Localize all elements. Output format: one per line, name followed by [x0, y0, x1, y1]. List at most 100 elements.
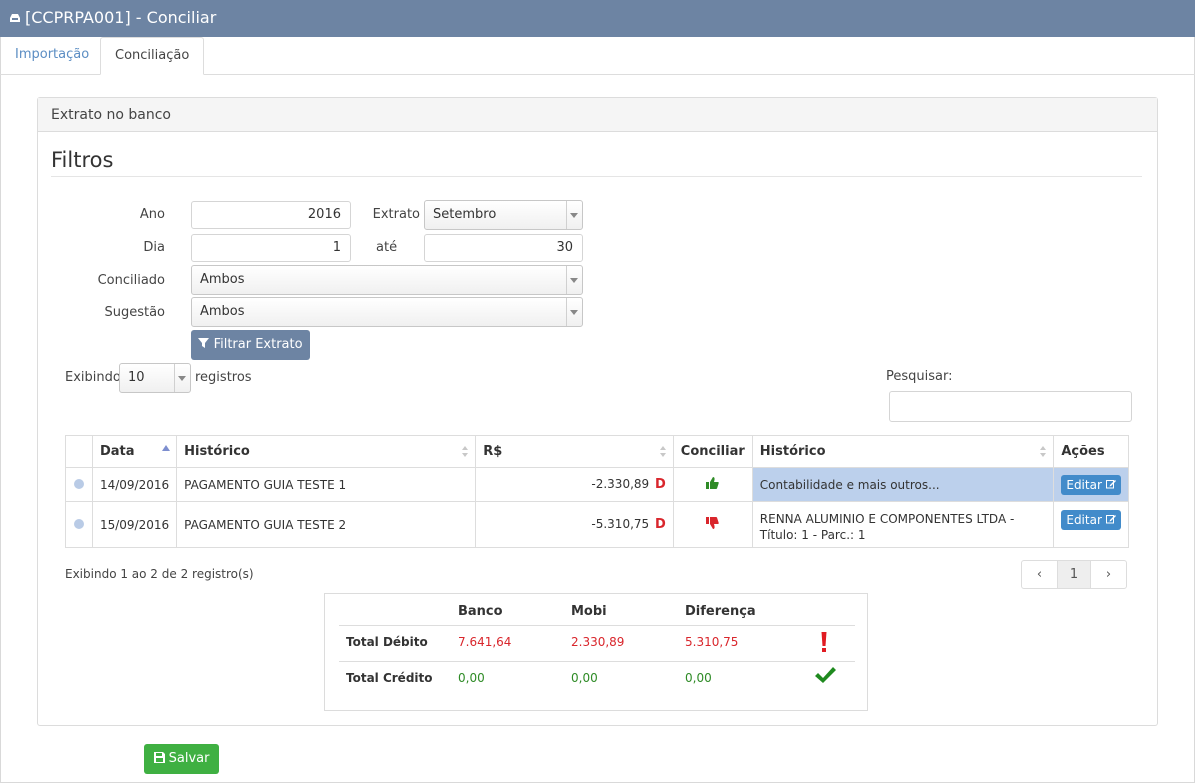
save-icon: [153, 752, 165, 763]
total-credito-diferenca: 0,00: [685, 671, 712, 685]
chevron-down-icon: [566, 298, 582, 326]
filter-icon: [198, 338, 210, 348]
conciliado-select[interactable]: Ambos: [191, 265, 583, 295]
th-historico2[interactable]: Histórico: [751, 435, 1055, 468]
table-row[interactable]: 15/09/2016 PAGAMENTO GUIA TESTE 2 -5.310…: [65, 501, 1129, 548]
cell-data: 15/09/2016: [91, 501, 178, 548]
search-input[interactable]: [889, 391, 1132, 422]
exclamation-icon: [821, 632, 827, 652]
sugestao-select-value: Ambos: [200, 304, 245, 319]
total-credito-banco: 0,00: [458, 671, 485, 685]
th-data[interactable]: Data: [91, 435, 178, 468]
valor-text: -5.310,75: [591, 517, 650, 531]
editar-button[interactable]: Editar: [1061, 510, 1121, 530]
sort-icon: [1040, 446, 1047, 458]
total-debito-banco: 7.641,64: [458, 635, 512, 649]
total-debito-mobi: 2.330,89: [571, 635, 625, 649]
page-size-value: 10: [128, 370, 145, 385]
total-credito-mobi: 0,00: [571, 671, 598, 685]
totals-header-diferenca: Diferença: [685, 604, 756, 619]
cell-historico2: Contabilidade e mais outros...: [751, 467, 1055, 502]
cell-conciliar[interactable]: [672, 501, 753, 548]
conciliado-label: Conciliado: [97, 273, 165, 288]
row-dot-icon: [73, 518, 84, 529]
totals-header-mobi: Mobi: [571, 604, 607, 619]
panel-title: Extrato no banco: [51, 107, 171, 123]
tab-bar: Importação Conciliação: [0, 37, 1195, 75]
sort-icon: [462, 446, 469, 458]
salvar-label: Salvar: [168, 751, 210, 766]
sort-icon: [659, 446, 667, 458]
edit-icon: [1105, 515, 1116, 524]
totals-divider: [339, 625, 855, 626]
extrato-label: Extrato: [372, 207, 420, 222]
search-label: Pesquisar:: [886, 369, 953, 384]
th-valor[interactable]: R$: [475, 435, 674, 468]
filtrar-extrato-label: Filtrar Extrato: [213, 337, 303, 352]
filtrar-extrato-button[interactable]: Filtrar Extrato: [191, 330, 310, 360]
dia-label: Dia: [143, 240, 165, 255]
ate-input[interactable]: 30: [424, 234, 583, 262]
check-icon: [815, 667, 836, 683]
pagination-page[interactable]: 1: [1057, 561, 1091, 588]
cell-historico: PAGAMENTO GUIA TESTE 1: [176, 467, 477, 502]
ano-input[interactable]: 2016: [191, 201, 351, 229]
thumbs-up-icon[interactable]: [706, 477, 719, 489]
cell-acoes: Editar: [1053, 467, 1129, 502]
edit-icon: [1105, 479, 1116, 488]
page-size-select[interactable]: 10: [119, 363, 191, 393]
chevron-down-icon: [566, 266, 582, 294]
row-select[interactable]: [65, 501, 93, 548]
dia-input[interactable]: 1: [191, 234, 351, 262]
sugestao-select[interactable]: Ambos: [191, 297, 583, 327]
table-row[interactable]: 14/09/2016 PAGAMENTO GUIA TESTE 1 -2.330…: [65, 467, 1129, 502]
cell-data: 14/09/2016: [91, 467, 178, 502]
tab-conciliacao[interactable]: Conciliação: [100, 37, 205, 75]
extrato-select[interactable]: Setembro: [424, 200, 583, 230]
window-title: [CCPRPA001] - Conciliar: [25, 8, 217, 27]
window-titlebar: [CCPRPA001] - Conciliar: [0, 0, 1195, 37]
th-conciliar: Conciliar: [672, 435, 753, 468]
row-select[interactable]: [65, 467, 93, 502]
debit-flag: D: [655, 477, 666, 492]
extrato-table: Data Histórico R$ Conciliar Histórico Aç…: [65, 435, 1129, 548]
salvar-button[interactable]: Salvar: [144, 744, 219, 774]
chevron-down-icon: [566, 201, 582, 229]
total-credito-label: Total Crédito: [346, 671, 433, 685]
total-debito-label: Total Débito: [346, 635, 428, 649]
th-historico[interactable]: Histórico: [176, 435, 477, 468]
row-dot-icon: [73, 478, 84, 489]
total-debito-diferenca: 5.310,75: [685, 635, 739, 649]
cell-conciliar[interactable]: [672, 467, 753, 502]
cell-historico: PAGAMENTO GUIA TESTE 2: [176, 501, 477, 548]
editar-button[interactable]: Editar: [1061, 474, 1121, 495]
pagination-next[interactable]: ›: [1091, 561, 1126, 588]
th-select: [65, 435, 93, 468]
exibindo-label: Exibindo: [65, 370, 121, 385]
panel-header: Extrato no banco: [38, 98, 1157, 132]
thumbs-down-icon[interactable]: [706, 517, 719, 529]
pagination-prev[interactable]: ‹: [1022, 561, 1057, 588]
table-header-row: Data Histórico R$ Conciliar Histórico Aç…: [65, 435, 1129, 468]
filters-divider: [51, 176, 1142, 177]
cell-historico2: RENNA ALUMINIO E COMPONENTES LTDA - Títu…: [751, 501, 1055, 548]
tab-importacao[interactable]: Importação: [1, 37, 103, 73]
totals-divider: [339, 661, 855, 662]
window-icon: [10, 14, 20, 22]
totals-header-banco: Banco: [458, 604, 503, 619]
cell-valor: -5.310,75 D: [475, 501, 674, 548]
totals-box: Banco Mobi Diferença Total Débito 7.641,…: [324, 593, 868, 711]
ate-label: até: [376, 240, 398, 255]
table-info: Exibindo 1 ao 2 de 2 registro(s): [65, 567, 254, 581]
ano-label: Ano: [139, 207, 165, 222]
valor-text: -2.330,89: [591, 477, 650, 491]
th-acoes: Ações: [1053, 435, 1129, 468]
registros-label: registros: [195, 370, 252, 385]
pagination: ‹ 1 ›: [1021, 560, 1127, 589]
conciliado-select-value: Ambos: [200, 272, 245, 287]
chevron-down-icon: [174, 364, 190, 392]
cell-valor: -2.330,89 D: [475, 467, 674, 502]
sort-asc-icon: [162, 445, 171, 451]
sugestao-label: Sugestão: [104, 305, 165, 320]
extrato-select-value: Setembro: [433, 207, 497, 222]
